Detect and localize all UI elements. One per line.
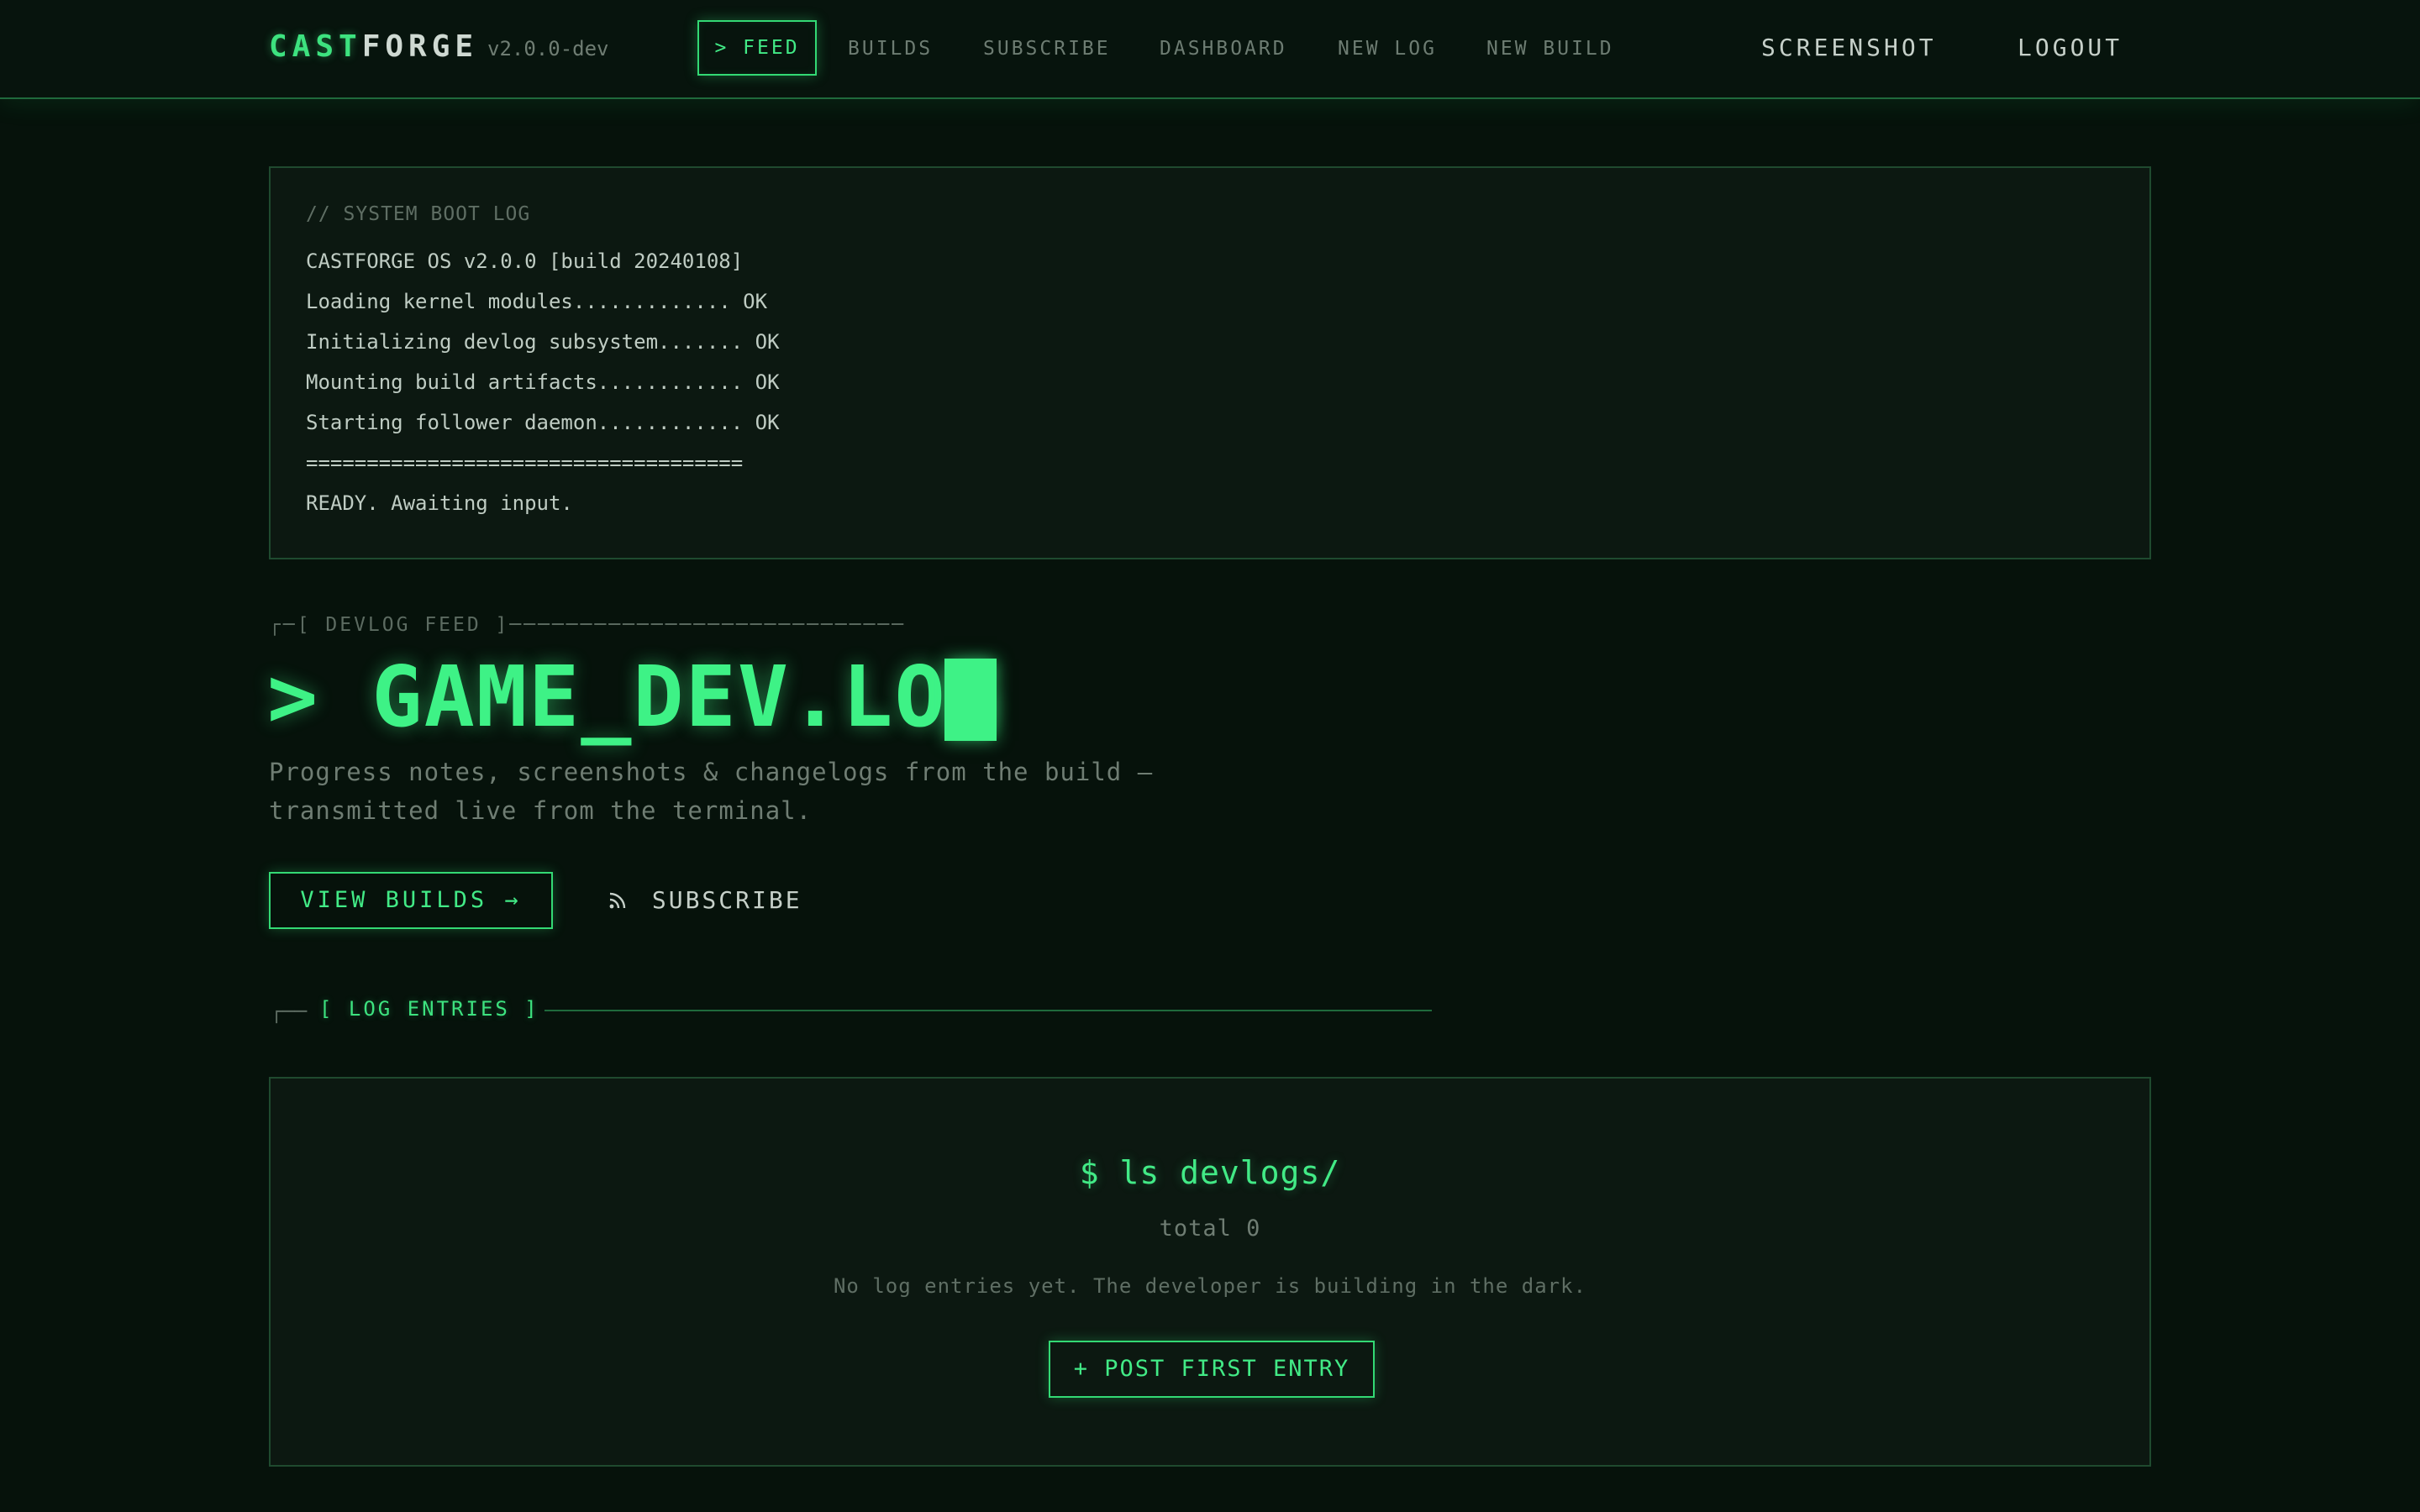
brand-part-cast: CAST [269, 29, 362, 64]
boot-log-line: Loading kernel modules............. OK [306, 290, 768, 313]
log-entries-panel: $ ls devlogs/ total 0 No log entries yet… [269, 1077, 2151, 1467]
view-builds-button[interactable]: VIEW BUILDS → [269, 872, 553, 929]
empty-state-message: No log entries yet. The developer is bui… [833, 1274, 1587, 1298]
brand-part-forge: FORGE [361, 29, 479, 64]
top-navigation-bar: CASTFORGE v2.0.0-dev > FEED BUILDS SUBSC… [0, 0, 2420, 99]
block-cursor-icon [944, 659, 997, 741]
boot-log-header: // SYSTEM BOOT LOG [306, 203, 531, 225]
section-divider [544, 1010, 1432, 1011]
log-entries-heading: [ LOG ENTRIES ] [319, 997, 539, 1021]
boot-log-separator: ==================================== [306, 451, 744, 475]
page-title: > GAME_DEV.LOG [267, 648, 999, 746]
nav-item-feed[interactable]: > FEED [697, 20, 817, 76]
version-label: v2.0.0-dev [487, 37, 609, 60]
rss-icon [608, 886, 652, 914]
log-entries-corner: ┌── [271, 1000, 308, 1023]
boot-log-line: Mounting build artifacts............ OK [306, 370, 780, 394]
entries-total-count: total 0 [1159, 1215, 1261, 1242]
nav-item-new-build[interactable]: NEW BUILD [1486, 37, 1614, 60]
nav-item-new-log[interactable]: NEW LOG [1338, 37, 1437, 60]
subscribe-button-label: SUBSCRIBE [651, 886, 802, 914]
boot-log-line: Initializing devlog subsystem....... OK [306, 330, 780, 354]
nav-item-subscribe[interactable]: SUBSCRIBE [983, 37, 1111, 60]
brand-logo[interactable]: CASTFORGE [269, 29, 478, 66]
hero-description: Progress notes, screenshots & changelogs… [269, 758, 1154, 825]
ls-command-text: $ ls devlogs/ [1079, 1154, 1341, 1191]
screenshot-button[interactable]: SCREENSHOT [1761, 34, 1937, 62]
boot-log-line: Starting follower daemon............ OK [306, 411, 780, 434]
system-boot-log-panel: // SYSTEM BOOT LOG CASTFORGE OS v2.0.0 [… [269, 166, 2151, 559]
boot-log-line: READY. Awaiting input. [306, 491, 573, 515]
nav-item-builds[interactable]: BUILDS [848, 37, 933, 60]
nav-item-dashboard[interactable]: DASHBOARD [1160, 37, 1287, 60]
logout-button[interactable]: LOGOUT [2018, 34, 2123, 62]
subscribe-button[interactable]: SUBSCRIBE [608, 884, 802, 917]
devlog-feed-label: ┌─[ DEVLOG FEED ]───────────────────────… [269, 614, 907, 636]
boot-log-line: CASTFORGE OS v2.0.0 [build 20240108] [306, 249, 744, 273]
post-first-entry-button[interactable]: + POST FIRST ENTRY [1049, 1341, 1375, 1398]
